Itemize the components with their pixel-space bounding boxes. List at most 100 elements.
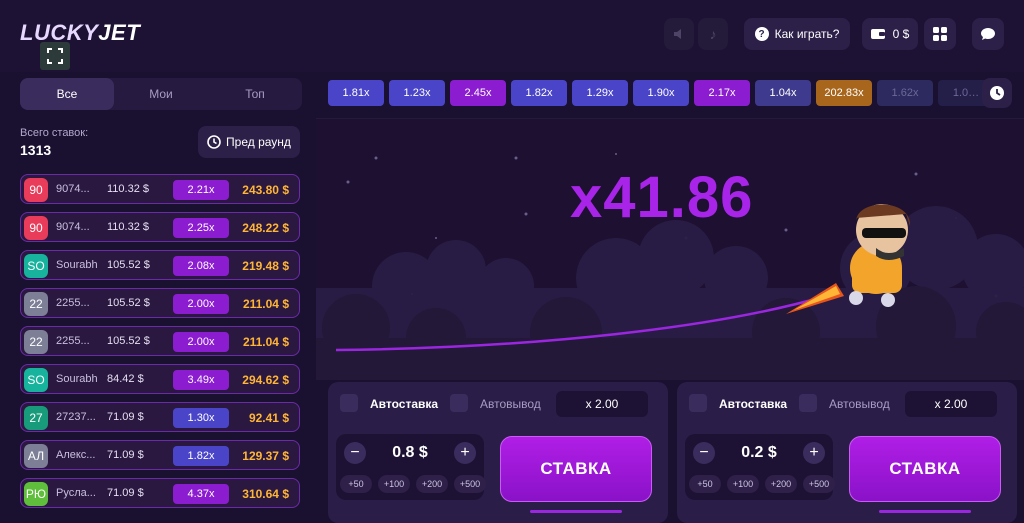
history-multiplier: 1.90x bbox=[633, 80, 689, 106]
avatar: 22 bbox=[24, 330, 48, 354]
place-bet-button[interactable]: СТАВКА bbox=[500, 436, 652, 502]
increase-button[interactable]: + bbox=[454, 442, 476, 464]
bet-amount: 84.42 $ bbox=[107, 373, 144, 385]
avatar: 22 bbox=[24, 292, 48, 316]
tab-all[interactable]: Все bbox=[20, 78, 114, 110]
place-bet-button[interactable]: СТАВКА bbox=[849, 436, 1001, 502]
bet-row: РЮ Русла... 71.09 $ 4.37x 310.64 $ bbox=[20, 478, 300, 508]
decrease-button[interactable]: − bbox=[344, 442, 366, 464]
wallet-icon bbox=[870, 29, 885, 39]
bet-amount: 110.32 $ bbox=[107, 221, 150, 233]
history-multiplier: 2.17x bbox=[694, 80, 750, 106]
win-amount: 211.04 $ bbox=[242, 297, 289, 311]
avatar: РЮ bbox=[24, 482, 48, 506]
quick-add-button[interactable]: +200 bbox=[765, 475, 797, 493]
game-scene bbox=[316, 153, 1024, 380]
how-to-play-button[interactable]: ? Как играть? bbox=[744, 18, 850, 50]
bet-amount: 71.09 $ bbox=[107, 411, 144, 423]
bet-row: 22 2255... 105.52 $ 2.00x 211.04 $ bbox=[20, 288, 300, 318]
history-multiplier: 1.04x bbox=[755, 80, 811, 106]
autocashout-checkbox[interactable] bbox=[450, 394, 468, 412]
tab-my[interactable]: Мои bbox=[114, 78, 208, 110]
autobet-checkbox[interactable] bbox=[340, 394, 358, 412]
sound-button[interactable] bbox=[664, 18, 694, 50]
win-amount: 219.48 $ bbox=[242, 259, 289, 273]
music-note-icon: ♪ bbox=[709, 26, 717, 42]
win-amount: 92.41 $ bbox=[248, 411, 289, 425]
prev-round-button[interactable]: Пред раунд bbox=[198, 126, 300, 158]
button-underline bbox=[530, 510, 622, 513]
player-name: Алекс... bbox=[56, 449, 96, 461]
multiplier-history: 1.81x 1.23x 2.45x 1.82x 1.29x 1.90x 2.17x 1.04x… bbox=[328, 80, 1018, 108]
quick-add-button[interactable]: +200 bbox=[416, 475, 448, 493]
cashout-multiplier: 2.25x bbox=[173, 218, 229, 238]
cashout-multiplier: 1.82x bbox=[173, 446, 229, 466]
header: LUCKYJET ♪ ? Как играть? 0 $ bbox=[0, 0, 1024, 72]
music-button[interactable]: ♪ bbox=[698, 18, 728, 50]
win-amount: 129.37 $ bbox=[242, 449, 289, 463]
win-amount: 243.80 $ bbox=[242, 183, 289, 197]
bet-amount-input[interactable]: 0.8 $ bbox=[372, 444, 448, 462]
avatar: 90 bbox=[24, 216, 48, 240]
avatar: SO bbox=[24, 368, 48, 392]
bet-amount-box: −0.8 $ + +50 +100 +200 +500 bbox=[336, 434, 486, 500]
menu-button[interactable] bbox=[924, 18, 956, 50]
win-amount: 248.22 $ bbox=[242, 221, 289, 235]
lucky-jet-logo: LUCKYJET bbox=[20, 20, 141, 45]
win-amount: 211.04 $ bbox=[242, 335, 289, 349]
chat-button[interactable] bbox=[972, 18, 1004, 50]
increase-button[interactable]: + bbox=[803, 442, 825, 464]
bet-amount: 105.52 $ bbox=[107, 259, 150, 271]
win-amount: 294.62 $ bbox=[242, 373, 289, 387]
balance-button[interactable]: 0 $ bbox=[862, 18, 918, 50]
current-multiplier: x41.86 bbox=[570, 165, 754, 230]
avatar: SO bbox=[24, 254, 48, 278]
fullscreen-button[interactable] bbox=[40, 42, 70, 70]
history-multiplier: 1.81x bbox=[328, 80, 384, 106]
bet-row: 90 9074... 110.32 $ 2.21x 243.80 $ bbox=[20, 174, 300, 204]
autobet-label: Автоставка bbox=[370, 397, 439, 411]
cashout-multiplier: 2.21x bbox=[173, 180, 229, 200]
avatar: 27 bbox=[24, 406, 48, 430]
bet-row: SO Sourabh 84.42 $ 3.49x 294.62 $ bbox=[20, 364, 300, 394]
player-name: Sourabh bbox=[56, 259, 98, 271]
history-multiplier: 1.29x bbox=[572, 80, 628, 106]
bet-row: SO Sourabh 105.52 $ 2.08x 219.48 $ bbox=[20, 250, 300, 280]
chat-icon bbox=[981, 28, 995, 40]
decrease-button[interactable]: − bbox=[693, 442, 715, 464]
quick-add-button[interactable]: +500 bbox=[803, 475, 835, 493]
cashout-multiplier: 3.49x bbox=[173, 370, 229, 390]
prev-round-label: Пред раунд bbox=[226, 135, 291, 149]
history-button[interactable] bbox=[982, 78, 1012, 108]
bet-amount-input[interactable]: 0.2 $ bbox=[721, 444, 797, 462]
cashout-multiplier: 1.30x bbox=[173, 408, 229, 428]
clock-icon bbox=[990, 86, 1004, 100]
quick-add-button[interactable]: +500 bbox=[454, 475, 486, 493]
cashout-multiplier: 2.00x bbox=[173, 294, 229, 314]
bet-amount: 110.32 $ bbox=[107, 183, 150, 195]
player-name: Русла... bbox=[56, 487, 96, 499]
quick-add-button[interactable]: +100 bbox=[727, 475, 759, 493]
autocashout-input[interactable]: x 2.00 bbox=[905, 391, 997, 417]
button-underline bbox=[879, 510, 971, 513]
player-name: 9074... bbox=[56, 183, 90, 195]
bet-row: 27 27237... 71.09 $ 1.30x 92.41 $ bbox=[20, 402, 300, 432]
quick-add-button[interactable]: +50 bbox=[340, 475, 372, 493]
speaker-icon bbox=[674, 29, 681, 39]
history-multiplier: 1.23x bbox=[389, 80, 445, 106]
cashout-multiplier: 2.08x bbox=[173, 256, 229, 276]
tab-top[interactable]: Топ bbox=[208, 78, 302, 110]
avatar: 90 bbox=[24, 178, 48, 202]
autocashout-checkbox[interactable] bbox=[799, 394, 817, 412]
player-name: Sourabh bbox=[56, 373, 98, 385]
balance-value: 0 $ bbox=[892, 27, 910, 41]
autobet-checkbox[interactable] bbox=[689, 394, 707, 412]
total-bets-label: Всего ставок: bbox=[20, 127, 89, 139]
quick-add-button[interactable]: +50 bbox=[689, 475, 721, 493]
bet-panel-1: Автоставка Автовывод x 2.00 −0.8 $ + +50 +100 +… bbox=[328, 382, 668, 523]
player-name: 9074... bbox=[56, 221, 90, 233]
autocashout-input[interactable]: x 2.00 bbox=[556, 391, 648, 417]
quick-add-button[interactable]: +100 bbox=[378, 475, 410, 493]
player-name: 2255... bbox=[56, 335, 90, 347]
bet-amount: 71.09 $ bbox=[107, 449, 144, 461]
